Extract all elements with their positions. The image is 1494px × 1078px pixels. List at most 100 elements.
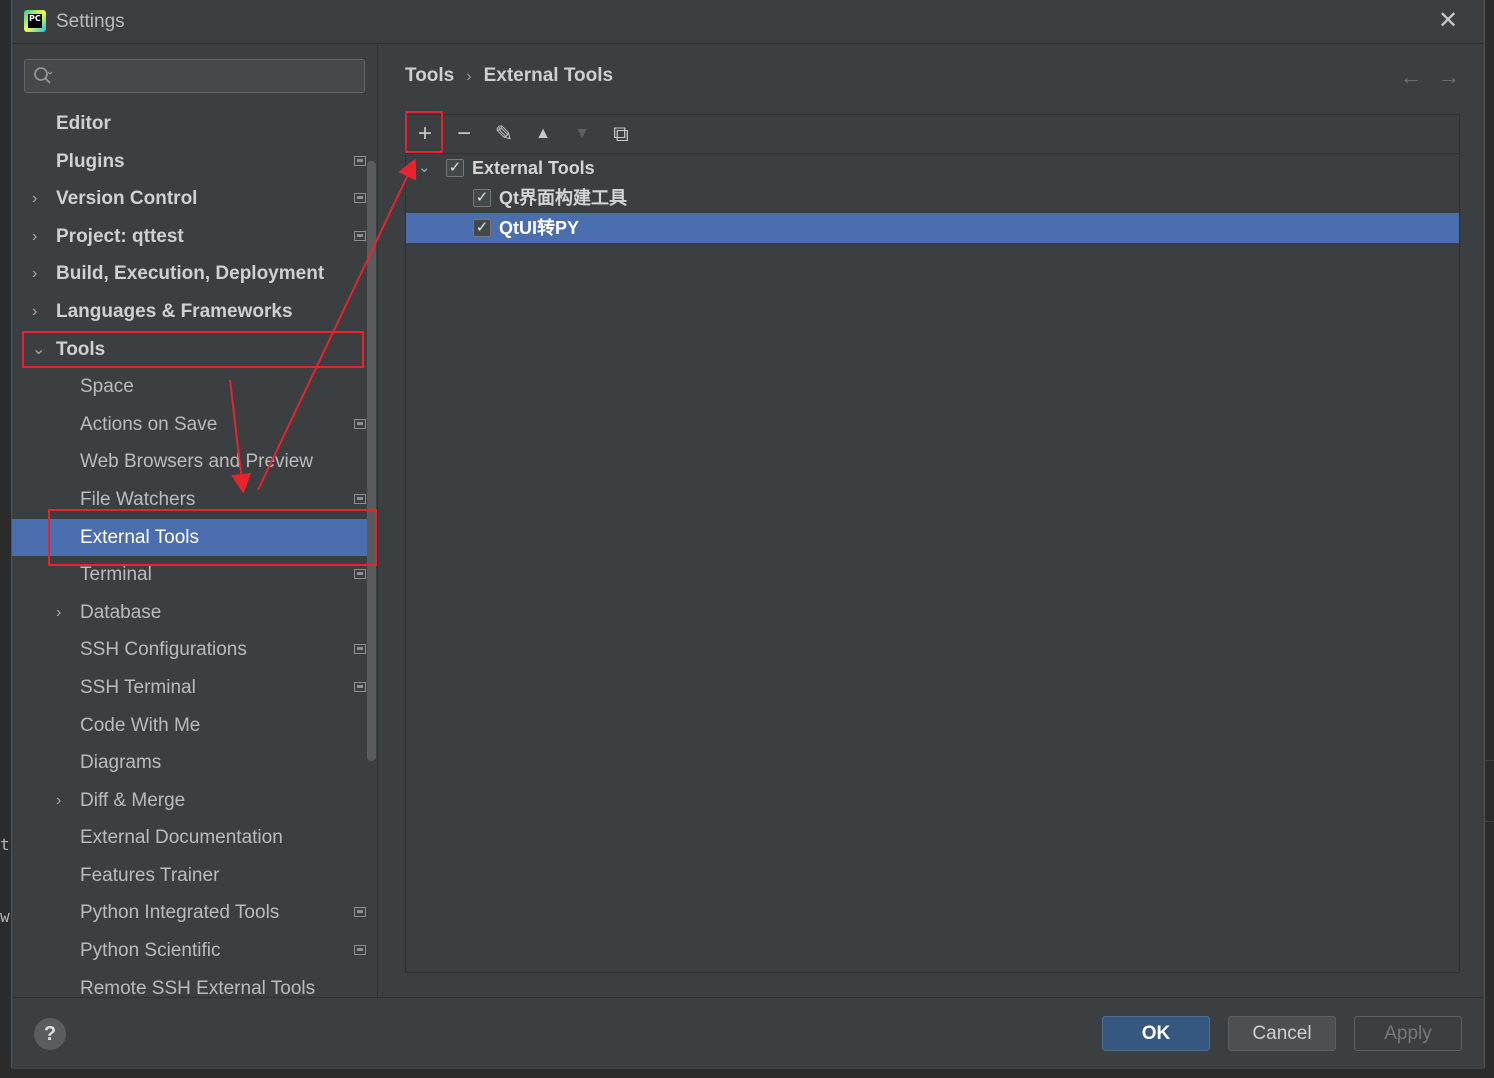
- sidebar-item-external-tools[interactable]: External Tools: [12, 518, 377, 557]
- back-arrow-icon[interactable]: ←: [1400, 64, 1422, 89]
- tree-item-row-selected[interactable]: ✓ QtUI转PY: [406, 213, 1459, 243]
- sidebar-item-file-watchers[interactable]: File Watchers: [12, 481, 377, 519]
- sidebar-item-label: Project: qttest: [56, 225, 184, 247]
- help-button[interactable]: ?: [34, 1018, 66, 1050]
- settings-sidebar: Editor Plugins › Version Control › Project: q…: [12, 44, 377, 999]
- sidebar-item-label: Tools: [56, 338, 106, 360]
- sidebar-item-label: SSH Configurations: [80, 639, 247, 661]
- sidebar-item-label: Diagrams: [80, 752, 162, 774]
- sidebar-item-label: Code With Me: [80, 714, 201, 736]
- breadcrumb-separator: ›: [466, 68, 472, 85]
- external-tools-toolbar: + − ✎ ▲ ▼ ⧉: [406, 115, 1459, 154]
- chevron-right-icon[interactable]: ›: [32, 218, 46, 256]
- sidebar-item-label: Build, Execution, Deployment: [56, 263, 325, 285]
- sidebar-item-label: SSH Terminal: [80, 676, 196, 698]
- search-input[interactable]: [24, 59, 365, 93]
- cancel-button[interactable]: Cancel: [1228, 1016, 1336, 1051]
- sidebar-item-label: External Tools: [80, 526, 199, 548]
- chevron-right-icon[interactable]: ›: [32, 293, 46, 331]
- sidebar-item-languages-frameworks[interactable]: › Languages & Frameworks: [12, 293, 377, 331]
- search-icon: [34, 67, 53, 84]
- tree-group-row[interactable]: ⌄ ✓ External Tools: [406, 153, 1459, 183]
- breadcrumb-current: External Tools: [483, 65, 614, 86]
- group-checkbox[interactable]: ✓: [446, 159, 464, 177]
- tool-checkbox[interactable]: ✓: [473, 189, 491, 207]
- tree-item-label: QtUI转PY: [499, 218, 580, 238]
- tree-group-label: External Tools: [472, 158, 595, 178]
- breadcrumb: Tools › External Tools: [405, 65, 613, 87]
- sidebar-item-space[interactable]: Space: [12, 368, 377, 406]
- tool-checkbox[interactable]: ✓: [473, 219, 491, 237]
- sidebar-item-label: File Watchers: [80, 488, 196, 510]
- ok-button[interactable]: OK: [1102, 1016, 1210, 1051]
- sidebar-scrollbar[interactable]: [367, 161, 376, 761]
- window-title: Settings: [56, 11, 125, 32]
- sidebar-item-ssh-terminal[interactable]: SSH Terminal: [12, 669, 377, 707]
- copy-button[interactable]: ⧉: [606, 119, 636, 149]
- sidebar-item-label: Database: [80, 601, 162, 623]
- sidebar-item-ssh-configurations[interactable]: SSH Configurations: [12, 631, 377, 669]
- sidebar-item-label: External Documentation: [80, 827, 283, 849]
- edit-button[interactable]: ✎: [489, 119, 519, 149]
- sidebar-item-build-execution-deployment[interactable]: › Build, Execution, Deployment: [12, 255, 377, 293]
- project-scope-icon: [354, 418, 366, 429]
- breadcrumb-parent[interactable]: Tools: [405, 65, 454, 86]
- external-tools-tree: ⌄ ✓ External Tools ✓ Qt界面构建工具 ✓ QtUI转PY: [406, 153, 1459, 243]
- sidebar-item-label: Terminal: [80, 564, 152, 586]
- project-scope-icon: [354, 155, 366, 166]
- sidebar-item-external-documentation[interactable]: External Documentation: [12, 819, 377, 857]
- sidebar-item-features-trainer[interactable]: Features Trainer: [12, 857, 377, 895]
- sidebar-item-label: Web Browsers and Preview: [80, 451, 314, 473]
- forward-arrow-icon[interactable]: →: [1438, 64, 1460, 89]
- sidebar-item-project-qttest[interactable]: › Project: qttest: [12, 218, 377, 256]
- move-down-button[interactable]: ▼: [567, 119, 597, 149]
- project-scope-icon: [354, 569, 366, 580]
- external-tools-panel: + − ✎ ▲ ▼ ⧉ ⌄ ✓ External Tools ✓ Qt界面构建工…: [405, 114, 1460, 973]
- sidebar-item-database[interactable]: › Database: [12, 594, 377, 632]
- sidebar-item-terminal[interactable]: Terminal: [12, 556, 377, 594]
- move-up-button[interactable]: ▲: [528, 119, 558, 149]
- sidebar-item-label: Python Scientific: [80, 940, 221, 962]
- add-button[interactable]: +: [410, 119, 440, 149]
- settings-dialog: PC Settings ✕ Editor Plugins › Version Cont…: [11, 0, 1485, 1069]
- close-icon[interactable]: ✕: [1436, 9, 1460, 33]
- sidebar-item-python-integrated-tools[interactable]: Python Integrated Tools: [12, 894, 377, 932]
- sidebar-item-label: Actions on Save: [80, 413, 218, 435]
- sidebar-item-label: Version Control: [56, 188, 198, 210]
- settings-content: Tools › External Tools ← → + − ✎ ▲ ▼ ⧉ ⌄ ✓ …: [378, 44, 1484, 997]
- sidebar-item-version-control[interactable]: › Version Control: [12, 180, 377, 218]
- chevron-down-icon[interactable]: ⌄: [418, 153, 431, 183]
- apply-button[interactable]: Apply: [1354, 1016, 1462, 1051]
- remove-button[interactable]: −: [449, 119, 479, 149]
- chevron-down-icon[interactable]: ⌄: [32, 331, 46, 369]
- sidebar-item-web-browsers-and-preview[interactable]: Web Browsers and Preview: [12, 443, 377, 481]
- sidebar-item-python-scientific[interactable]: Python Scientific: [12, 932, 377, 970]
- sidebar-item-editor[interactable]: Editor: [12, 105, 377, 143]
- sidebar-item-diff-merge[interactable]: › Diff & Merge: [12, 782, 377, 820]
- background-editor-edge: [1484, 760, 1494, 822]
- tree-item-row[interactable]: ✓ Qt界面构建工具: [406, 183, 1459, 213]
- chevron-right-icon[interactable]: ›: [56, 594, 70, 632]
- project-scope-icon: [354, 493, 366, 504]
- sidebar-item-label: Editor: [56, 113, 111, 134]
- chevron-right-icon[interactable]: ›: [32, 180, 46, 218]
- sidebar-item-label: Languages & Frameworks: [56, 300, 293, 322]
- sidebar-item-code-with-me[interactable]: Code With Me: [12, 707, 377, 745]
- sidebar-item-label: Features Trainer: [80, 864, 220, 886]
- background-editor-strip: t w: [0, 795, 11, 1078]
- sidebar-item-diagrams[interactable]: Diagrams: [12, 744, 377, 782]
- sidebar-item-actions-on-save[interactable]: Actions on Save: [12, 406, 377, 444]
- project-scope-icon: [354, 681, 366, 692]
- project-scope-icon: [354, 907, 366, 918]
- pycharm-icon: PC: [24, 10, 46, 32]
- chevron-right-icon[interactable]: ›: [56, 782, 70, 820]
- chevron-right-icon[interactable]: ›: [32, 255, 46, 293]
- sidebar-item-plugins[interactable]: Plugins: [12, 143, 377, 181]
- background-text: w: [0, 907, 10, 926]
- project-scope-icon: [354, 193, 366, 204]
- title-bar: PC Settings ✕: [12, 0, 1484, 44]
- project-scope-icon: [354, 945, 366, 956]
- dialog-footer: ? OK Cancel Apply: [12, 997, 1484, 1069]
- sidebar-item-tools[interactable]: ⌄ Tools: [12, 331, 377, 369]
- history-nav: ← →: [1384, 64, 1460, 90]
